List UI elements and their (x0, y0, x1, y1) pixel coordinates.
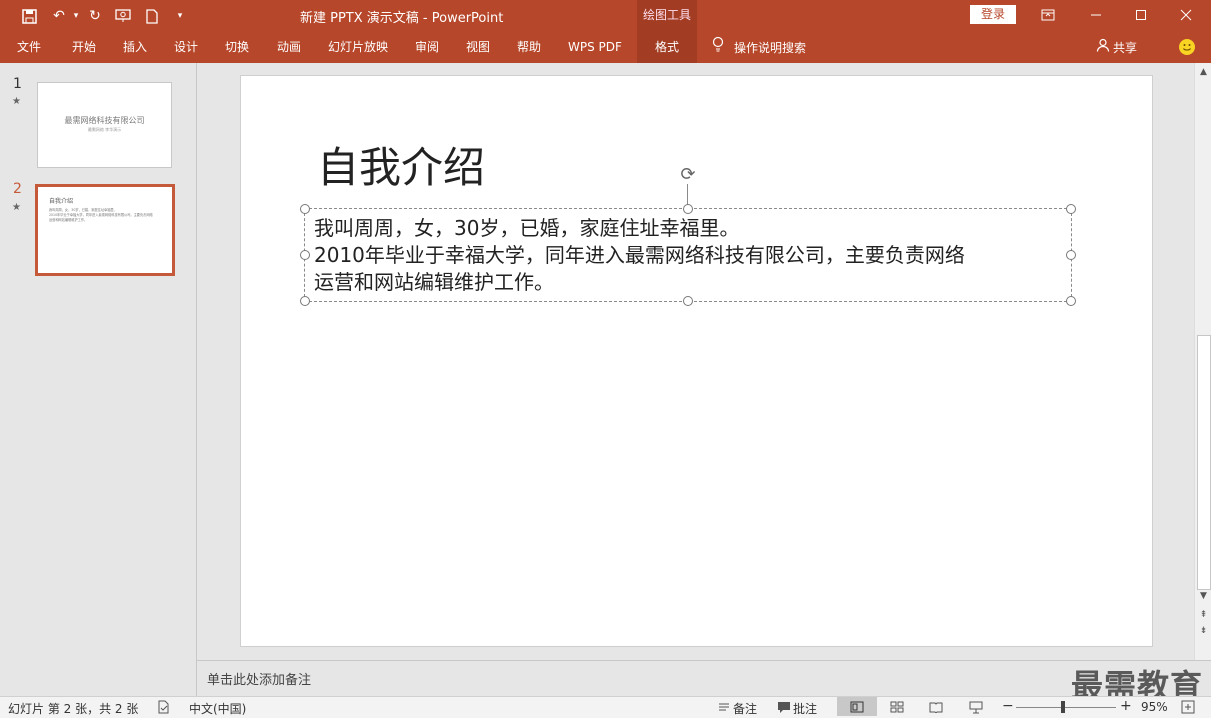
animation-star-icon: ★ (12, 202, 21, 213)
scroll-up-icon[interactable]: ▲ (1195, 65, 1211, 79)
thumbnail-line: 运营和网站编辑维护工作。 (49, 218, 88, 222)
resize-handle-bottom-right[interactable] (1066, 296, 1076, 306)
start-from-beginning-icon[interactable] (112, 6, 134, 26)
new-file-icon[interactable] (142, 6, 162, 26)
thumbnail-subtitle: 最需网络 李华演示 (87, 127, 122, 132)
tab-view[interactable]: 视图 (466, 32, 490, 63)
thumbnail-title: 自我介绍 (49, 198, 74, 205)
zoom-out-icon[interactable]: − (1002, 698, 1014, 714)
normal-view-icon[interactable] (837, 697, 877, 716)
tab-home[interactable]: 开始 (72, 32, 96, 63)
slide-thumbnail-1[interactable]: 最需网络科技有限公司 最需网络 李华演示 (37, 82, 172, 168)
tell-me-search[interactable]: 操作说明搜索 (712, 32, 806, 63)
thumbnail-number: 1 (13, 76, 22, 92)
thumbnail-title: 最需网络科技有限公司 (64, 116, 145, 125)
resize-handle-left[interactable] (300, 250, 310, 260)
resize-handle-top-left[interactable] (300, 204, 310, 214)
reading-view-icon[interactable] (928, 699, 944, 715)
tab-help[interactable]: 帮助 (517, 32, 541, 63)
comments-icon[interactable] (776, 699, 792, 715)
drawing-tools-context-label: 绘图工具 (637, 0, 697, 32)
lightbulb-icon (712, 33, 724, 63)
status-bar: 幻灯片 第 2 张，共 2 张 中文(中国) 备注 批注 − + 95% (0, 696, 1211, 718)
share-button[interactable]: 共享 (1096, 32, 1137, 63)
person-icon (1096, 33, 1110, 63)
scrollbar-thumb[interactable] (1197, 335, 1211, 590)
slide-show-view-icon[interactable] (968, 699, 984, 715)
notes-placeholder[interactable]: 单击此处添加备注 (207, 669, 311, 688)
thumbnail-number: 2 (13, 181, 22, 197)
thumbnail-body: 我叫周周，女，30岁，已婚，家庭住址幸福里。 2010年毕业于幸福大学，同年进入… (49, 208, 153, 223)
comments-button[interactable]: 批注 (793, 700, 817, 717)
undo-dropdown-icon[interactable]: ▾ (70, 6, 82, 26)
language-status[interactable]: 中文(中国) (189, 700, 246, 717)
tab-transitions[interactable]: 切换 (225, 32, 249, 63)
zoom-level[interactable]: 95% (1141, 700, 1168, 714)
slide-body-text[interactable]: 我叫周周，女，30岁，已婚，家庭住址幸福里。 2010年毕业于幸福大学，同年进入… (314, 215, 1064, 296)
resize-handle-right[interactable] (1066, 250, 1076, 260)
zoom-slider-thumb[interactable] (1061, 701, 1065, 713)
tab-review[interactable]: 审阅 (415, 32, 439, 63)
tab-file[interactable]: 文件 (17, 32, 41, 63)
slide-title[interactable]: 自我介绍 (317, 134, 485, 195)
close-icon[interactable] (1166, 4, 1206, 26)
ribbon-tab-bar: 文件 开始 插入 设计 切换 动画 幻灯片放映 审阅 视图 帮助 WPS PDF… (0, 32, 1211, 63)
tab-animations[interactable]: 动画 (277, 32, 301, 63)
rotate-handle-icon[interactable]: ⟳ (677, 164, 699, 186)
slide-count-status: 幻灯片 第 2 张，共 2 张 (8, 702, 139, 716)
body-line: 我叫周周，女，30岁，已婚，家庭住址幸福里。 (314, 216, 740, 240)
notes-button[interactable]: 备注 (733, 700, 757, 717)
resize-handle-top-right[interactable] (1066, 204, 1076, 214)
vertical-scrollbar[interactable]: ▲ ▼ ⇞ ⇟ (1194, 63, 1211, 660)
next-slide-icon[interactable]: ⇟ (1195, 624, 1211, 638)
tab-slide-show[interactable]: 幻灯片放映 (328, 32, 388, 63)
slide-canvas[interactable]: 自我介绍 ⟳ 我叫周周，女，30岁，已婚，家庭住址幸福里。 2010年毕业于幸福… (240, 75, 1153, 647)
resize-handle-top[interactable] (683, 204, 693, 214)
tab-wps-pdf[interactable]: WPS PDF (568, 32, 622, 63)
slide-thumbnail-pane: 1 ★ 最需网络科技有限公司 最需网络 李华演示 2 ★ 自我介绍 我叫周周，女… (0, 63, 197, 696)
window-title: 新建 PPTX 演示文稿 - PowerPoint (300, 11, 504, 26)
tell-me-label: 操作说明搜索 (734, 40, 807, 55)
share-label: 共享 (1113, 40, 1138, 55)
customize-toolbar-icon[interactable]: ▾ (172, 6, 188, 26)
animation-star-icon: ★ (12, 96, 21, 107)
slide-thumbnail-2[interactable]: 自我介绍 我叫周周，女，30岁，已婚，家庭住址幸福里。 2010年毕业于幸福大学… (35, 184, 175, 276)
notes-pane[interactable]: 单击此处添加备注 最需教育 (197, 660, 1211, 705)
save-icon[interactable] (18, 6, 40, 26)
feedback-smiley-icon[interactable] (1179, 39, 1195, 55)
maximize-icon[interactable] (1121, 4, 1161, 26)
notes-icon[interactable] (716, 699, 732, 715)
fit-slide-to-window-icon[interactable] (1180, 699, 1196, 715)
selected-text-box[interactable]: 我叫周周，女，30岁，已婚，家庭住址幸福里。 2010年毕业于幸福大学，同年进入… (300, 204, 1076, 306)
undo-icon[interactable]: ↶ (48, 6, 70, 26)
redo-icon[interactable]: ↻ (84, 6, 106, 26)
resize-handle-bottom[interactable] (683, 296, 693, 306)
minimize-icon[interactable] (1076, 4, 1116, 26)
tab-insert[interactable]: 插入 (123, 32, 147, 63)
spell-check-icon[interactable] (155, 699, 171, 715)
ribbon-display-options-icon[interactable] (1028, 4, 1068, 26)
tab-format[interactable]: 格式 (637, 32, 697, 63)
title-bar: ↶ ▾ ↻ ▾ 新建 PPTX 演示文稿 - PowerPoint 绘图工具 登… (0, 0, 1211, 32)
zoom-in-icon[interactable]: + (1120, 698, 1132, 714)
slide-sorter-view-icon[interactable] (889, 699, 905, 715)
login-button[interactable]: 登录 (970, 5, 1016, 24)
previous-slide-icon[interactable]: ⇞ (1195, 608, 1211, 622)
body-line: 2010年毕业于幸福大学，同年进入最需网络科技有限公司，主要负责网络 (314, 243, 965, 267)
body-line: 运营和网站编辑维护工作。 (314, 270, 554, 294)
tab-design[interactable]: 设计 (174, 32, 198, 63)
resize-handle-bottom-left[interactable] (300, 296, 310, 306)
zoom-slider-track[interactable] (1016, 707, 1116, 708)
scroll-down-icon[interactable]: ▼ (1195, 589, 1211, 603)
